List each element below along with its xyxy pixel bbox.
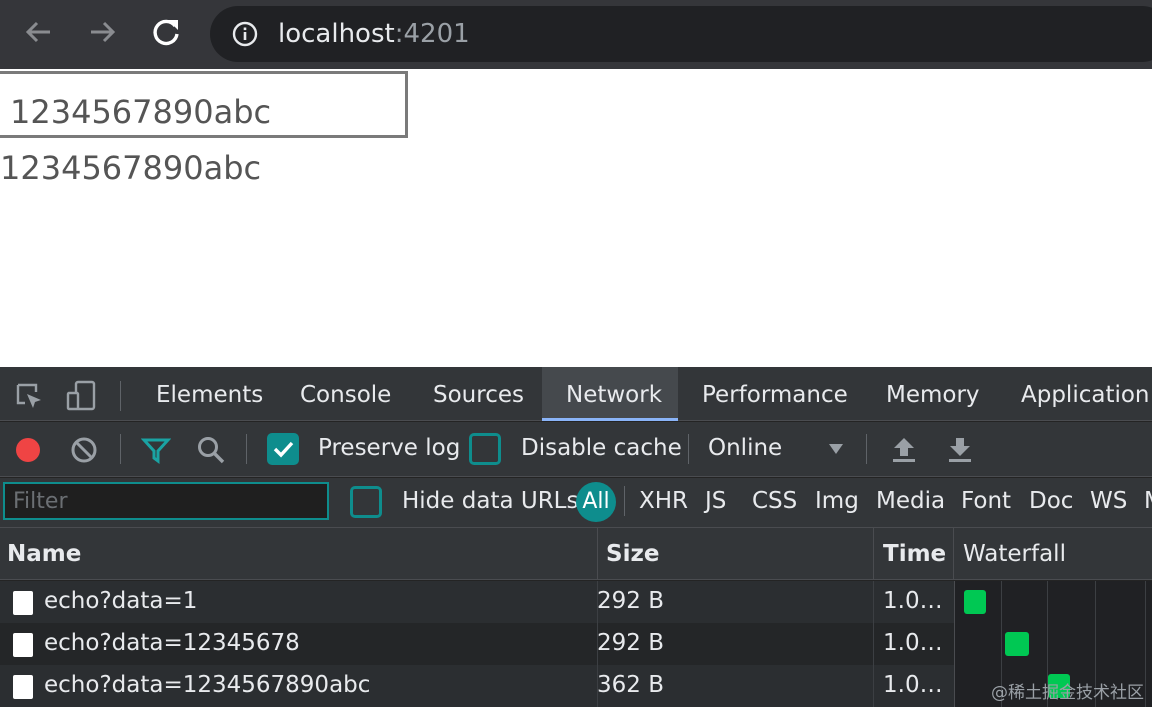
divider: [624, 486, 625, 516]
record-icon[interactable]: [14, 436, 42, 464]
forward-button[interactable]: [84, 14, 120, 50]
column-name[interactable]: Name: [7, 528, 81, 580]
request-name: echo?data=1: [44, 588, 198, 614]
preserve-log-label[interactable]: Preserve log: [318, 435, 460, 461]
document-icon: [13, 591, 33, 615]
arrow-left-icon: [25, 21, 50, 43]
watermark: @稀土掘金技术社区: [991, 683, 1144, 703]
disable-cache-label[interactable]: Disable cache: [521, 435, 682, 461]
address-bar[interactable]: localhost:4201: [210, 6, 1152, 62]
document-icon: [13, 675, 33, 699]
browser-toolbar: localhost:4201: [0, 0, 1152, 69]
request-size: 362 B: [597, 672, 664, 698]
document-icon: [13, 633, 33, 657]
hide-data-urls-label[interactable]: Hide data URLs: [402, 488, 578, 514]
column-waterfall[interactable]: Waterfall: [963, 528, 1066, 580]
page-content: 1234567890abc: [0, 69, 1152, 367]
table-row[interactable]: echo?data=12345678 292 B 1.0…: [0, 623, 954, 665]
tab-network[interactable]: Network: [542, 367, 678, 421]
waterfall-column: @稀土掘金技术社区: [954, 581, 1152, 707]
type-filter-all[interactable]: All: [576, 482, 616, 522]
column-divider[interactable]: [873, 528, 874, 580]
devtools-tab-bar: Elements Console Sources Network Perform…: [0, 367, 1152, 421]
request-name: echo?data=1234567890abc: [44, 672, 371, 698]
url-port: :4201: [394, 19, 470, 49]
data-input[interactable]: [0, 71, 408, 138]
type-filter-ws[interactable]: WS: [1090, 488, 1127, 514]
request-time: 1.0…: [883, 672, 943, 698]
cell-divider: [873, 665, 874, 707]
column-time[interactable]: Time: [883, 528, 946, 580]
type-filter-media[interactable]: Media: [876, 488, 945, 514]
type-filter-xhr[interactable]: XHR: [639, 488, 688, 514]
divider: [246, 434, 247, 464]
request-name: echo?data=12345678: [44, 630, 300, 656]
network-toolbar: Preserve log Disable cache Online: [0, 422, 1152, 477]
devtools-panel: Elements Console Sources Network Perform…: [0, 367, 1152, 707]
tab-performance[interactable]: Performance: [702, 367, 848, 421]
requests-table-body: echo?data=1 292 B 1.0… echo?data=1234567…: [0, 581, 1152, 707]
reload-icon: [153, 19, 179, 46]
type-filter-css[interactable]: CSS: [752, 488, 797, 514]
waterfall-bar[interactable]: [964, 590, 986, 614]
tab-memory[interactable]: Memory: [886, 367, 980, 421]
column-divider[interactable]: [597, 528, 598, 580]
requests-table-header: Name Size Time Waterfall: [0, 528, 1152, 580]
divider: [120, 381, 121, 411]
filter-bar: Hide data URLs All XHR JS CSS Img Media …: [0, 478, 1152, 528]
filter-input[interactable]: [3, 482, 329, 520]
type-filter-manifest[interactable]: M: [1144, 488, 1152, 514]
divider: [866, 434, 867, 464]
back-button[interactable]: [21, 14, 57, 50]
type-filter-js[interactable]: JS: [705, 488, 726, 514]
arrow-right-icon: [91, 21, 116, 43]
type-filter-img[interactable]: Img: [815, 488, 859, 514]
waterfall-gridline: [1145, 581, 1146, 707]
export-har-icon[interactable]: [946, 434, 974, 464]
table-row[interactable]: echo?data=1234567890abc 362 B 1.0…: [0, 665, 954, 707]
request-size: 292 B: [597, 588, 664, 614]
tab-application[interactable]: Application: [1021, 367, 1150, 421]
cell-divider: [873, 623, 874, 665]
preserve-log-checkbox[interactable]: [267, 433, 299, 465]
divider: [688, 434, 689, 464]
request-time: 1.0…: [883, 630, 943, 656]
echo-output: 1234567890abc: [0, 149, 262, 187]
tab-sources[interactable]: Sources: [433, 367, 524, 421]
tab-elements[interactable]: Elements: [156, 367, 263, 421]
filter-icon[interactable]: [141, 436, 171, 464]
checkmark-icon: [273, 441, 294, 458]
chevron-down-icon[interactable]: [828, 442, 844, 456]
request-time: 1.0…: [883, 588, 943, 614]
reload-button[interactable]: [148, 14, 184, 50]
column-size[interactable]: Size: [606, 528, 659, 580]
url-text: localhost:4201: [278, 20, 470, 48]
table-row[interactable]: echo?data=1 292 B 1.0…: [0, 581, 954, 623]
device-toolbar-icon[interactable]: [64, 379, 98, 413]
disable-cache-checkbox[interactable]: [469, 433, 501, 465]
throttling-select[interactable]: Online: [708, 435, 782, 461]
type-filter-font[interactable]: Font: [961, 488, 1011, 514]
waterfall-bar[interactable]: [1005, 632, 1029, 656]
request-size: 292 B: [597, 630, 664, 656]
divider: [120, 434, 121, 464]
import-har-icon[interactable]: [890, 434, 918, 464]
clear-icon[interactable]: [70, 436, 98, 464]
url-host: localhost: [278, 19, 395, 49]
hide-data-urls-checkbox[interactable]: [350, 486, 382, 518]
type-filter-doc[interactable]: Doc: [1029, 488, 1073, 514]
info-icon[interactable]: [232, 21, 258, 47]
column-divider[interactable]: [953, 528, 954, 580]
inspect-element-icon[interactable]: [12, 379, 46, 413]
tab-console[interactable]: Console: [300, 367, 391, 421]
search-icon[interactable]: [196, 435, 226, 465]
cell-divider: [873, 581, 874, 623]
